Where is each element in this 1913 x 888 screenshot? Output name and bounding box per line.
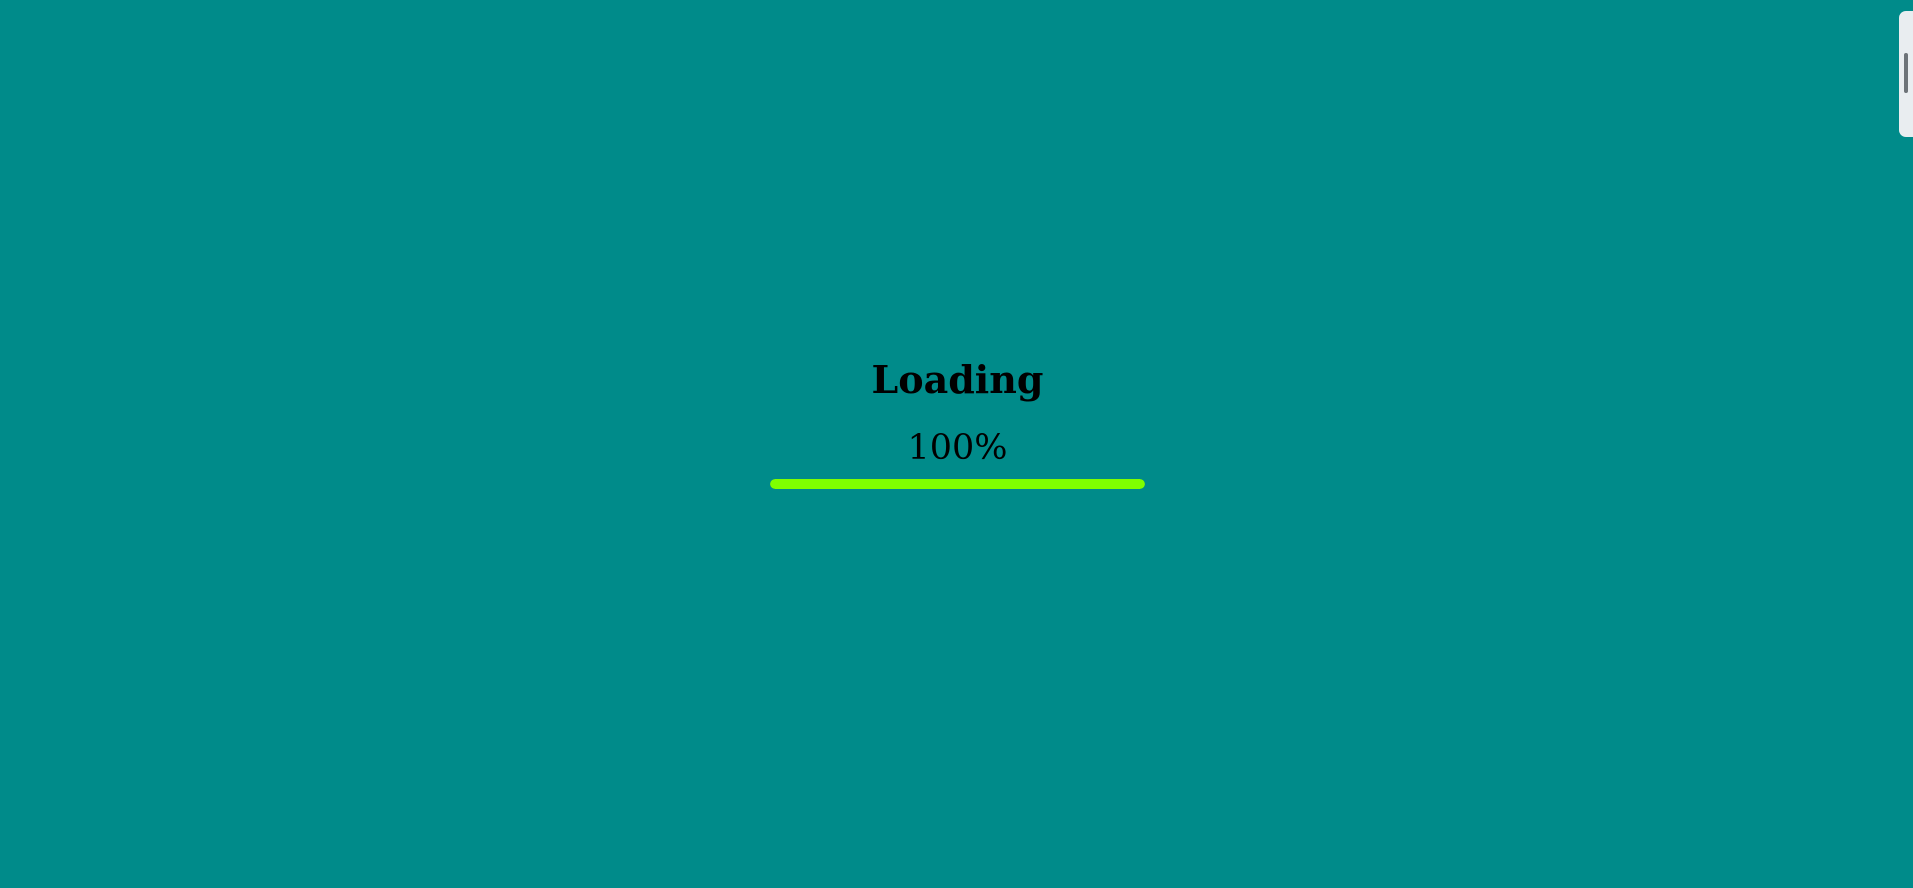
loading-panel: Loading 100% (770, 355, 1145, 489)
side-scrollbar[interactable] (1899, 11, 1913, 137)
scrollbar-thumb[interactable] (1904, 53, 1908, 93)
progress-percent: 100% (907, 428, 1008, 468)
loading-title: Loading (871, 357, 1044, 402)
progress-fill (770, 479, 1145, 489)
progress-bar (770, 479, 1145, 489)
